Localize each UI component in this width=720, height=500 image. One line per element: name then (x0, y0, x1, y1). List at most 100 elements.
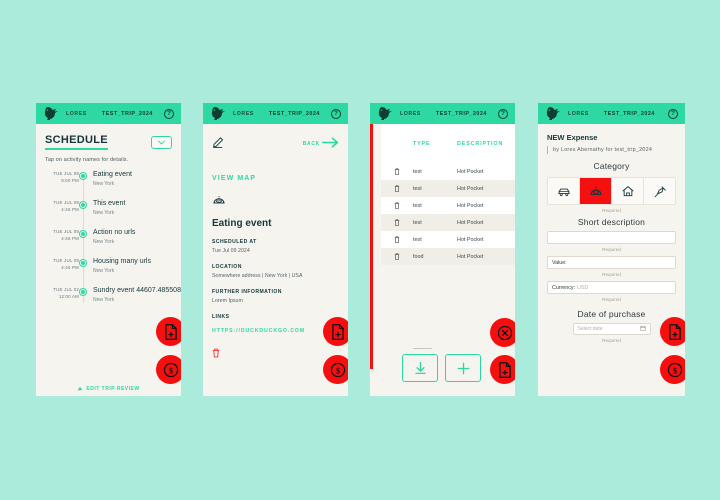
row-type: test (413, 185, 422, 192)
close-fab[interactable] (490, 318, 515, 347)
app-topbar: LORES TEST_TRIP_2024 ? (370, 103, 515, 124)
app-brand: LORES (568, 110, 589, 117)
event-time: TUE JUL 09 4:46 PM (45, 200, 79, 216)
table-row[interactable]: test Hot Pocket (381, 231, 515, 248)
row-type: test (413, 202, 422, 209)
event-time: TUE JUL 09 4:46 PM (45, 258, 79, 274)
phone-panel-documents-table: LORES TEST_TRIP_2024 ? TYPE DESCRIPTION … (370, 103, 515, 396)
event-detail-body: BACK VIEW MAP Eating event SCHEDULED AT … (203, 124, 348, 396)
row-description: Hot Pocket (457, 168, 484, 175)
further-info-value: Lorem Ipsum (212, 298, 243, 304)
category-option-home[interactable] (612, 178, 644, 205)
event-date: TUE JUL 02 (53, 287, 79, 292)
bird-logo-icon (377, 106, 394, 121)
add-expense-fab[interactable]: $ (156, 355, 181, 384)
category-heading: Category (593, 161, 630, 172)
help-circle-icon[interactable]: ? (331, 108, 341, 119)
drag-handle[interactable] (413, 347, 432, 349)
download-icon (414, 361, 426, 374)
category-option-food[interactable] (580, 178, 612, 205)
list-item[interactable]: TUE JUL 09 4:46 PM Action no urls New Yo… (45, 229, 172, 245)
category-required-hint: Required (602, 208, 621, 214)
add-document-fab[interactable] (660, 317, 685, 346)
bird-logo-icon (545, 106, 562, 121)
table-row[interactable]: test Hot Pocket (381, 163, 515, 180)
list-item[interactable]: TUE JUL 09 4:46 PM Housing many urls New… (45, 258, 172, 274)
row-delete-button[interactable] (381, 168, 413, 176)
trash-icon (394, 202, 400, 209)
event-link[interactable]: HTTPS://DUCKDUCKGO.COM (212, 328, 339, 334)
row-delete-button[interactable] (381, 202, 413, 210)
event-name[interactable]: Action no urls (93, 229, 172, 236)
table-row[interactable]: test Hot Pocket (381, 214, 515, 231)
timeline-dot-icon (80, 289, 86, 295)
event-body: Eating event New York (93, 171, 172, 187)
timeline-dot-icon (80, 173, 86, 179)
short-description-input[interactable] (547, 231, 676, 245)
help-circle-icon[interactable]: ? (668, 108, 678, 119)
add-expense-fab[interactable]: $ (660, 355, 685, 384)
value-input[interactable]: Value: (547, 256, 676, 270)
view-map-link[interactable]: VIEW MAP (212, 175, 339, 182)
event-body: Action no urls New York (93, 229, 172, 245)
row-delete-button[interactable] (381, 185, 413, 193)
edit-trip-review-button[interactable]: EDIT TRIP REVIEW (36, 382, 181, 396)
delete-event-button[interactable] (212, 345, 339, 363)
row-delete-button[interactable] (381, 253, 413, 261)
calendar-icon[interactable] (639, 325, 646, 333)
event-name[interactable]: Sundry event 44607.4855083982 (93, 287, 181, 294)
event-name[interactable]: Housing many urls (93, 258, 172, 265)
table-row[interactable]: food Hot Pocket (381, 248, 515, 265)
document-add-icon (668, 323, 681, 340)
event-hour: 12:00 AM (58, 294, 79, 299)
event-hour: 4:46 PM (61, 265, 79, 270)
home-icon (621, 186, 634, 197)
edit-event-button[interactable] (212, 135, 225, 153)
app-topbar: LORES TEST_TRIP_2024 ? (538, 103, 685, 124)
back-button[interactable]: BACK (303, 135, 339, 153)
category-option-pin[interactable] (644, 178, 675, 204)
event-time: TUE JUL 09 8:00 PM (45, 171, 79, 187)
row-type: test (413, 219, 422, 226)
list-item[interactable]: TUE JUL 09 8:00 PM Eating event New York (45, 171, 172, 187)
document-add-icon (331, 323, 344, 340)
event-name[interactable]: Eating event (93, 171, 172, 178)
left-accent-bar (370, 124, 373, 369)
row-delete-button[interactable] (381, 219, 413, 227)
chevron-down-icon[interactable] (151, 135, 172, 149)
list-item[interactable]: TUE JUL 09 4:46 PM This event New York (45, 200, 172, 216)
download-button[interactable] (402, 354, 438, 382)
add-document-fab[interactable] (323, 317, 348, 346)
table-row[interactable]: test Hot Pocket (381, 197, 515, 214)
add-document-fab[interactable] (490, 355, 515, 384)
screenshot-stage: LORES TEST_TRIP_2024 ? SCHEDULE Tap on a… (0, 0, 720, 500)
documents-table: TYPE DESCRIPTION test Hot Pocket test Ho… (381, 124, 515, 265)
add-expense-fab[interactable]: $ (323, 355, 348, 384)
trash-icon (213, 348, 219, 358)
date-input[interactable]: Select date (572, 323, 651, 336)
app-topbar: LORES TEST_TRIP_2024 ? (203, 103, 348, 124)
car-icon (557, 188, 570, 196)
help-circle-icon[interactable]: ? (498, 108, 508, 119)
date-heading: Date of purchase (577, 309, 646, 320)
page-title: SCHEDULE (45, 134, 108, 150)
help-circle-icon[interactable]: ? (164, 108, 174, 119)
close-circle-icon (497, 325, 512, 340)
row-delete-button[interactable] (381, 236, 413, 244)
scheduled-at-label: SCHEDULED AT (212, 239, 257, 245)
add-document-fab[interactable] (156, 317, 181, 346)
date-field-wrapper: Select date (547, 323, 676, 336)
list-item[interactable]: TUE JUL 02 12:00 AM Sundry event 44607.4… (45, 287, 181, 303)
app-brand: LORES (233, 110, 254, 117)
event-location: New York (93, 239, 115, 245)
category-option-car[interactable] (548, 178, 580, 205)
event-location: New York (93, 181, 115, 187)
currency-input[interactable]: Currency: USD (547, 281, 676, 295)
event-name[interactable]: This event (93, 200, 172, 207)
svg-text:$: $ (336, 366, 340, 375)
table-row[interactable]: test Hot Pocket (381, 180, 515, 197)
short-description-heading: Short description (577, 217, 646, 228)
add-row-button[interactable] (445, 354, 481, 382)
event-date: TUE JUL 09 (53, 200, 79, 205)
bird-logo-icon (210, 106, 227, 121)
